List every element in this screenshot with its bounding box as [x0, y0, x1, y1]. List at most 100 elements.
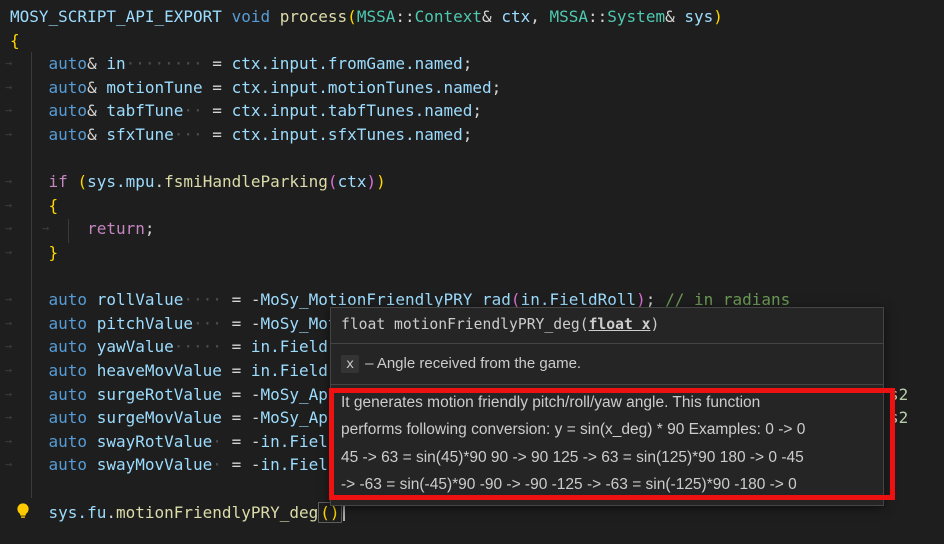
code-token: ctx.input.sfxTunes.named	[231, 125, 463, 144]
code-line[interactable]: → }	[0, 241, 944, 265]
code-token: =	[202, 54, 232, 74]
code-token: ::	[588, 7, 608, 26]
code-line-text: auto yawValue····· = in.Field	[10, 335, 328, 359]
code-token: {	[48, 195, 59, 215]
code-token: = -	[221, 313, 261, 333]
code-token: &	[482, 7, 502, 26]
code-line[interactable]	[0, 147, 944, 171]
code-token: MoSy_Ap	[260, 384, 328, 404]
code-token: MoSy_Ap	[260, 408, 328, 428]
code-line-text: auto& motionTune = ctx.input.motionTunes…	[10, 76, 502, 100]
code-token: in.Field	[250, 361, 328, 380]
code-line-text: sys.fu.motionFriendlyPRY_deg()	[10, 501, 345, 525]
code-line[interactable]: {	[0, 29, 944, 53]
code-token: = -	[221, 290, 261, 310]
code-token: in.Field	[250, 337, 328, 357]
annotation-highlight-box	[329, 388, 895, 500]
lightbulb-glyph	[17, 503, 29, 518]
code-token: ctx.input.motionTunes.named	[231, 77, 492, 97]
code-token: return	[87, 219, 145, 239]
code-token: void	[231, 7, 271, 26]
code-token: sfxTune	[106, 125, 174, 144]
code-token: if	[48, 172, 68, 192]
code-token: fsmiHandleParking	[164, 172, 328, 192]
code-token: ctx.input.fromGame.named	[231, 54, 463, 74]
code-line-text: auto swayRotValue· = -in.Fiel	[10, 430, 328, 454]
code-line-text: if (sys.mpu.fsmiHandleParking(ctx))	[10, 170, 386, 194]
code-line-text: MOSY_SCRIPT_API_EXPORT void process(MSSA…	[10, 5, 723, 29]
code-line[interactable]	[0, 265, 944, 289]
code-line-text: auto& sfxTune··· = ctx.input.sfxTunes.na…	[10, 123, 473, 147]
code-token: ········	[125, 54, 203, 74]
code-line[interactable]: → auto& sfxTune··· = ctx.input.sfxTunes.…	[0, 123, 944, 147]
code-token: =	[202, 77, 232, 97]
parameter-name-chip: x	[341, 355, 360, 373]
parameter-description: – Angle received from the game.	[365, 355, 582, 372]
code-token: ;	[144, 219, 155, 239]
code-token: auto	[48, 408, 88, 428]
code-line[interactable]: MOSY_SCRIPT_API_EXPORT void process(MSSA…	[0, 5, 944, 29]
code-line[interactable]: → if (sys.mpu.fsmiHandleParking(ctx))	[0, 170, 944, 194]
text-cursor	[342, 503, 345, 521]
code-token: ;	[491, 77, 502, 97]
code-token: ;	[462, 54, 473, 74]
code-token: yawValue	[96, 337, 174, 357]
code-line-text: }	[10, 241, 59, 265]
code-line[interactable]: → {	[0, 194, 944, 218]
code-token: ···	[173, 125, 203, 144]
code-token: auto	[48, 54, 88, 74]
code-token: &	[87, 77, 107, 97]
code-token: Context	[414, 7, 483, 26]
code-token: heaveMovValue	[96, 361, 222, 380]
code-token: auto	[48, 313, 88, 333]
code-token: (	[77, 172, 88, 192]
code-token: &	[87, 54, 107, 74]
code-token: tabfTune	[106, 101, 184, 121]
code-token: sys.fu	[48, 502, 107, 522]
code-token: motionTune	[106, 77, 203, 97]
code-token: auto	[48, 77, 88, 97]
code-token: ;	[462, 125, 473, 144]
code-line[interactable]: → auto& tabfTune·· = ctx.input.tabfTunes…	[0, 99, 944, 123]
code-token: auto	[48, 337, 88, 357]
code-line[interactable]: → auto& in········ = ctx.input.fromGame.…	[0, 52, 944, 76]
code-token: )	[713, 7, 723, 26]
code-line-text: return;	[10, 217, 155, 241]
signature-active-param: float x	[588, 316, 651, 333]
code-token: ;	[472, 101, 483, 121]
code-token: =	[221, 337, 251, 357]
code-token: pitchValue	[96, 313, 194, 333]
code-line-text: {	[10, 194, 59, 218]
code-token: swayMovValue	[96, 455, 213, 475]
code-token: auto	[48, 384, 88, 404]
code-line[interactable]: → auto& motionTune = ctx.input.motionTun…	[0, 76, 944, 100]
lightbulb-icon[interactable]	[13, 501, 33, 521]
code-token: MSSA	[356, 7, 396, 26]
code-token: .	[154, 172, 165, 192]
code-token: sys.mpu	[87, 172, 155, 192]
code-token: MoSy_Mot	[260, 313, 338, 333]
code-token: ·····	[173, 337, 222, 357]
code-line-text: auto& tabfTune·· = ctx.input.tabfTunes.n…	[10, 99, 483, 123]
code-line[interactable]: → → return;	[0, 217, 944, 241]
code-token: ctx	[501, 7, 531, 26]
code-token: motionFriendlyPRY_deg	[115, 502, 319, 522]
